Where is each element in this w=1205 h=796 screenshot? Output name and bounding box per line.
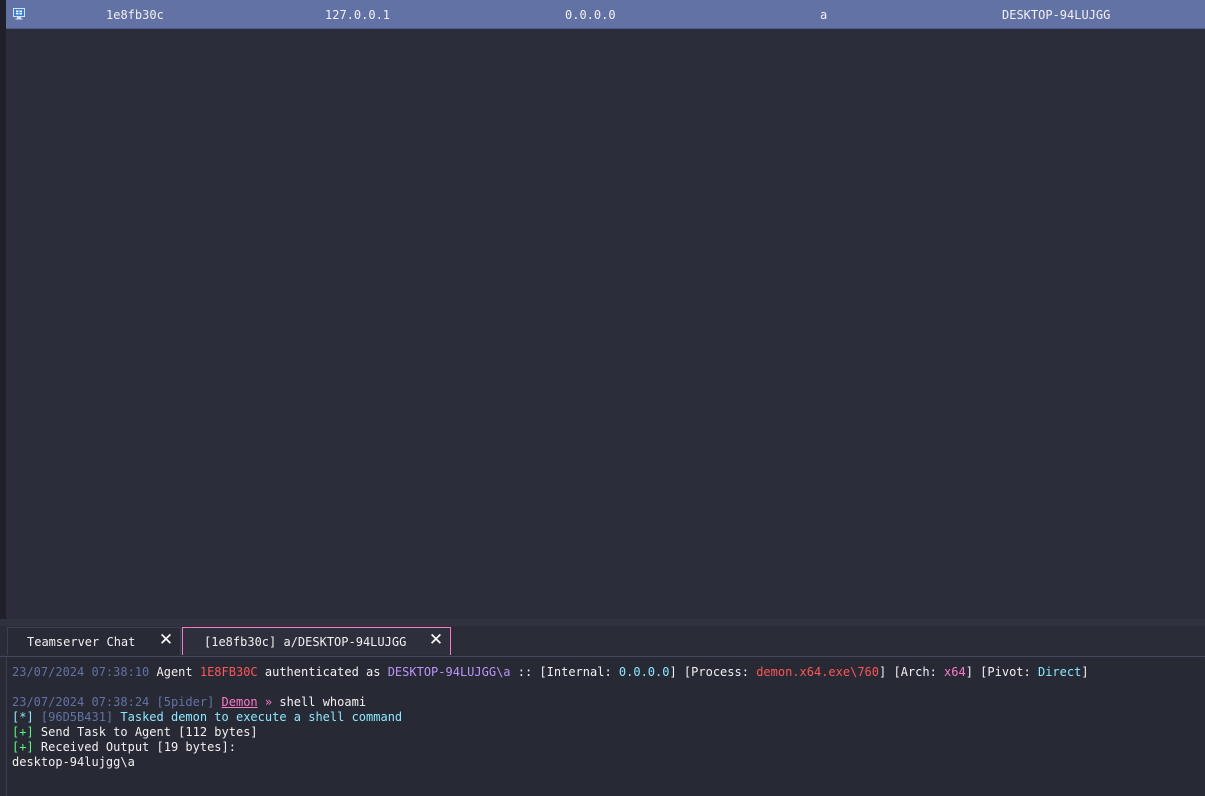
session-row[interactable]: 1e8fb30c 127.0.0.1 0.0.0.0 a DESKTOP-94L… [6,0,1205,29]
info-tag: [*] [12,710,34,724]
console-line-output: desktop-94lujgg\a [12,755,135,770]
console-line-tasked: [*] [96D5B431] Tasked demon to execute a… [12,710,403,724]
timestamp: 23/07/2024 07:38:24 [12,695,150,709]
bottom-tab-bar: Teamserver Chat ✕ [1e8fb30c] a/DESKTOP-9… [0,626,1205,657]
panel-splitter[interactable] [0,619,1205,626]
arch-value: x64 [944,665,966,679]
sessions-table: 1e8fb30c 127.0.0.1 0.0.0.0 a DESKTOP-94L… [6,0,1205,620]
session-external-cell: 127.0.0.1 [325,8,391,22]
session-internal-cell: 0.0.0.0 [565,8,616,22]
session-computer-cell: DESKTOP-94LUJGG [1002,8,1111,22]
command-text: shell whoami [279,695,367,709]
operator-name: [5pider] [149,695,222,709]
console-line-auth: 23/07/2024 07:38:10 Agent 1E8FB30C authe… [12,665,1089,679]
tab-label: Teamserver Chat [27,635,136,649]
agent-id: 1E8FB30C [199,665,258,679]
windows-monitor-icon [13,8,25,20]
success-tag: [+] [12,725,34,739]
tab-label: [1e8fb30c] a/DESKTOP-94LUJGG [204,635,407,649]
agent-console-output[interactable]: 23/07/2024 07:38:10 Agent 1E8FB30C authe… [6,657,1200,796]
internal-ip: 0.0.0.0 [618,665,670,679]
console-line-send: [+] Send Task to Agent [112 bytes] [12,725,258,739]
console-line-received: [+] Received Output [19 bytes]: [12,740,236,754]
timestamp: 23/07/2024 07:38:10 [12,665,150,679]
agent-identity: DESKTOP-94LUJGG\a [387,665,511,679]
pivot-value: Direct [1037,665,1082,679]
havoc-client-window: 1e8fb30c 127.0.0.1 0.0.0.0 a DESKTOP-94L… [0,0,1205,796]
close-icon[interactable]: ✕ [428,631,444,649]
task-id: [96D5B431] [33,710,121,724]
tab-agent-console[interactable]: [1e8fb30c] a/DESKTOP-94LUJGG ✕ [182,627,451,655]
agent-type-link[interactable]: Demon [222,695,258,709]
prompt-arrow: » [257,695,280,709]
close-icon[interactable]: ✕ [158,631,174,649]
session-user-cell: a [820,8,828,22]
tab-teamserver-chat[interactable]: Teamserver Chat ✕ [7,627,181,655]
process-name: demon.x64.exe\760 [756,665,880,679]
console-line-command: 23/07/2024 07:38:24 [5pider] Demon » she… [12,695,366,710]
session-id-cell: 1e8fb30c [106,8,164,22]
command-output: desktop-94lujgg\a [12,755,135,769]
success-tag: [+] [12,740,34,754]
